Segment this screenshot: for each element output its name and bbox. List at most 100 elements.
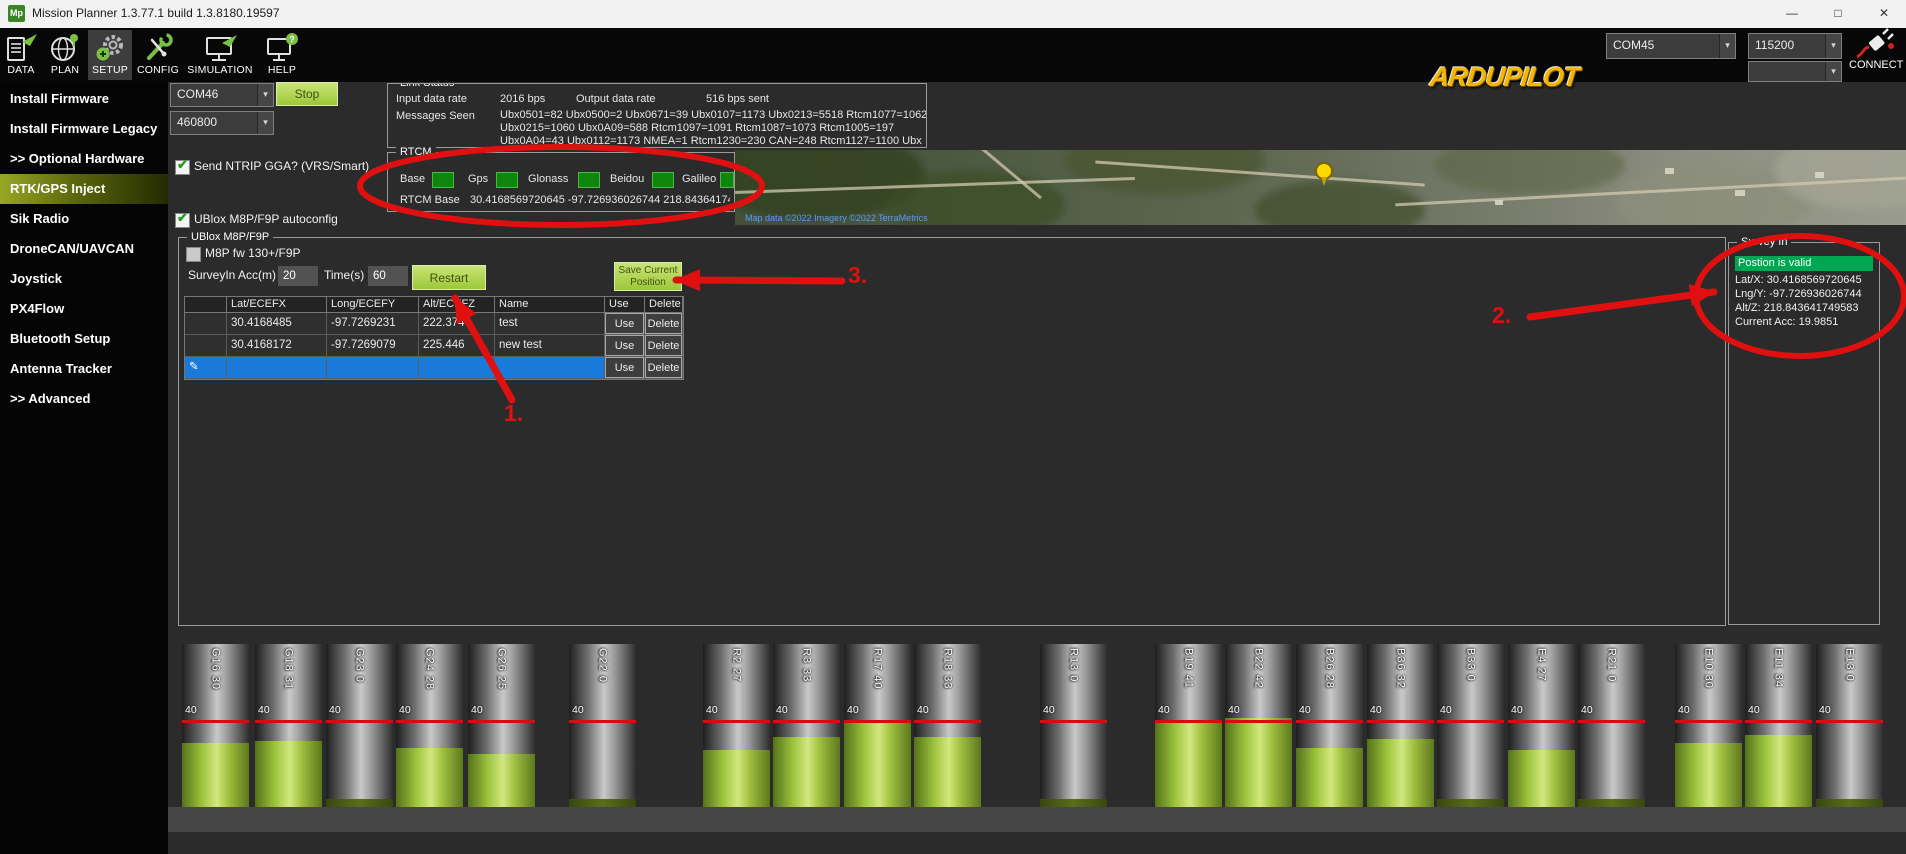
row-selector[interactable] bbox=[185, 335, 227, 357]
chevron-down-icon[interactable]: ▾ bbox=[257, 112, 273, 134]
rtcm-glonass-indicator-label: Glonass bbox=[528, 173, 568, 185]
pencil-icon: ✎ bbox=[189, 361, 199, 373]
snr-redline-value: 40 bbox=[329, 704, 341, 716]
gps-baud-select[interactable]: 460800 ▾ bbox=[170, 111, 274, 135]
save-current-position-button[interactable]: Save Current Position bbox=[614, 262, 682, 291]
m8p-fw-checkbox[interactable] bbox=[186, 247, 201, 262]
lng-cell[interactable]: -97.7269079 bbox=[327, 335, 419, 357]
table-header[interactable]: Use bbox=[605, 297, 645, 313]
sidebar-item-sik-radio[interactable]: Sik Radio bbox=[0, 204, 168, 234]
table-header[interactable]: Alt/ECEFZ bbox=[419, 297, 495, 313]
sidebar-item-install-firmware-legacy[interactable]: Install Firmware Legacy bbox=[0, 114, 168, 144]
table-row[interactable]: 30.4168172 -97.7269079 225.446 new test … bbox=[185, 335, 683, 357]
chevron-down-icon[interactable]: ▾ bbox=[1719, 34, 1735, 58]
toolbar-item-config[interactable]: CONFIG bbox=[134, 30, 182, 80]
sidebar-item-antenna-tracker[interactable]: Antenna Tracker bbox=[0, 354, 168, 384]
map-marker-icon[interactable] bbox=[1315, 162, 1333, 180]
toolbar-item-setup[interactable]: SETUP bbox=[88, 30, 132, 80]
sidebar-item-px4flow[interactable]: PX4Flow bbox=[0, 294, 168, 324]
sidebar-item-dronecan-uavcan[interactable]: DroneCAN/UAVCAN bbox=[0, 234, 168, 264]
sidebar-item-joystick[interactable]: Joystick bbox=[0, 264, 168, 294]
maximize-button[interactable]: □ bbox=[1816, 0, 1860, 27]
lat-cell[interactable]: 30.4168485 bbox=[227, 313, 327, 335]
toolbar-item-help[interactable]: ? HELP bbox=[258, 30, 306, 80]
ublox-autoconfig-checkbox[interactable]: ✔ bbox=[175, 213, 190, 228]
extra-select[interactable]: ▾ bbox=[1748, 61, 1842, 82]
use-button[interactable]: Use bbox=[605, 357, 644, 378]
chevron-down-icon[interactable]: ▾ bbox=[1825, 62, 1841, 81]
snr-redline bbox=[1578, 720, 1645, 723]
sidebar-item-bluetooth-setup[interactable]: Bluetooth Setup bbox=[0, 324, 168, 354]
snr-bar-fill bbox=[1040, 799, 1107, 807]
sidebar-item-advanced[interactable]: >> Advanced bbox=[0, 384, 168, 414]
ntrip-gga-checkbox[interactable]: ✔ bbox=[175, 160, 190, 175]
input-data-rate-label: Input data rate bbox=[396, 93, 467, 105]
snr-bar-fill bbox=[1578, 799, 1645, 807]
connect-plug-icon[interactable] bbox=[1854, 26, 1898, 60]
toolbar-item-simulation[interactable]: SIMULATION bbox=[184, 30, 256, 80]
snr-bar: 40R18 33 bbox=[914, 644, 981, 807]
lng-cell[interactable]: -97.7269231 bbox=[327, 313, 419, 335]
baud-select[interactable]: 115200 ▾ bbox=[1748, 33, 1842, 59]
snr-bar: 40G18 31 bbox=[255, 644, 322, 807]
chevron-down-icon[interactable]: ▾ bbox=[257, 84, 273, 106]
table-header[interactable]: Long/ECEFY bbox=[327, 297, 419, 313]
time-input[interactable]: 60 bbox=[368, 266, 408, 286]
delete-button[interactable]: Delete bbox=[645, 357, 682, 378]
toolbar-item-plan[interactable]: PLAN bbox=[44, 30, 86, 80]
lat-cell[interactable]: 30.4168172 bbox=[227, 335, 327, 357]
snr-redline-value: 40 bbox=[1228, 704, 1240, 716]
input-data-rate-value: 2016 bps bbox=[500, 93, 545, 105]
sidebar-item-optional-hardware[interactable]: >> Optional Hardware bbox=[0, 144, 168, 174]
close-button[interactable]: ✕ bbox=[1862, 0, 1906, 27]
use-button[interactable]: Use bbox=[605, 335, 644, 356]
sidebar-item-rtk-gps-inject[interactable]: RTK/GPS Inject bbox=[0, 174, 168, 204]
restart-button[interactable]: Restart bbox=[412, 265, 486, 290]
table-header[interactable]: Lat/ECEFX bbox=[227, 297, 327, 313]
lng-cell[interactable] bbox=[327, 357, 419, 379]
row-selector[interactable]: ✎ bbox=[185, 357, 227, 379]
sidebar-item-install-firmware[interactable]: Install Firmware bbox=[0, 84, 168, 114]
name-cell[interactable]: new test bbox=[495, 335, 605, 357]
surveyin-acc-input[interactable]: 20 bbox=[278, 266, 318, 286]
name-cell[interactable] bbox=[495, 357, 605, 379]
snr-redline bbox=[844, 720, 911, 723]
table-row[interactable]: 30.4168485 -97.7269231 222.374 test Use … bbox=[185, 313, 683, 335]
stop-button[interactable]: Stop bbox=[276, 82, 338, 106]
ublox-autoconfig-label: UBlox M8P/F9P autoconfig bbox=[194, 212, 338, 226]
snr-bar: 40R13 0 bbox=[1040, 644, 1107, 807]
lat-cell[interactable] bbox=[227, 357, 327, 379]
snr-bar: 40R17 40 bbox=[844, 644, 911, 807]
use-button[interactable]: Use bbox=[605, 313, 644, 334]
table-row-selected[interactable]: ✎ Use Delete bbox=[185, 357, 683, 379]
connect-button[interactable]: CONNECT bbox=[1849, 59, 1906, 71]
toolbar-item-data[interactable]: DATA bbox=[0, 30, 42, 80]
rtcm-beidou-indicator bbox=[652, 172, 674, 188]
minimize-button[interactable]: — bbox=[1770, 0, 1814, 27]
delete-button[interactable]: Delete bbox=[645, 335, 682, 356]
m8p-fw-label: M8P fw 130+/F9P bbox=[205, 246, 301, 260]
snr-bar-fill bbox=[326, 799, 393, 807]
snr-bar-fill bbox=[1745, 735, 1812, 807]
snr-redline-value: 40 bbox=[1299, 704, 1311, 716]
delete-button[interactable]: Delete bbox=[645, 313, 682, 334]
snr-redline-value: 40 bbox=[1581, 704, 1593, 716]
chevron-down-icon[interactable]: ▾ bbox=[1825, 34, 1841, 58]
com-port-select[interactable]: COM45 ▾ bbox=[1606, 33, 1736, 59]
name-cell[interactable]: test bbox=[495, 313, 605, 335]
survey-acc: Current Acc: 19.9851 bbox=[1735, 316, 1838, 328]
table-header[interactable]: Name bbox=[495, 297, 605, 313]
help-icon: ? bbox=[264, 31, 300, 65]
messages-seen-line1: Ubx0501=82 Ubx0500=2 Ubx0671=39 Ubx0107=… bbox=[500, 109, 927, 121]
alt-cell[interactable]: 222.374 bbox=[419, 313, 495, 335]
survey-lat: Lat/X: 30.4168569720645 bbox=[1735, 274, 1862, 286]
survey-in-group: Survey In Postion is valid Lat/X: 30.416… bbox=[1728, 242, 1880, 625]
alt-cell[interactable]: 225.446 bbox=[419, 335, 495, 357]
alt-cell[interactable] bbox=[419, 357, 495, 379]
gps-com-port-select[interactable]: COM46 ▾ bbox=[170, 83, 274, 107]
table-header[interactable]: Delete bbox=[645, 297, 683, 313]
row-selector[interactable] bbox=[185, 313, 227, 335]
satellite-map[interactable]: Map data ©2022 Imagery ©2022 TerraMetric… bbox=[735, 150, 1906, 225]
snr-redline-value: 40 bbox=[1819, 704, 1831, 716]
mission-planner-window: Mp Mission Planner 1.3.77.1 build 1.3.81… bbox=[0, 0, 1906, 854]
